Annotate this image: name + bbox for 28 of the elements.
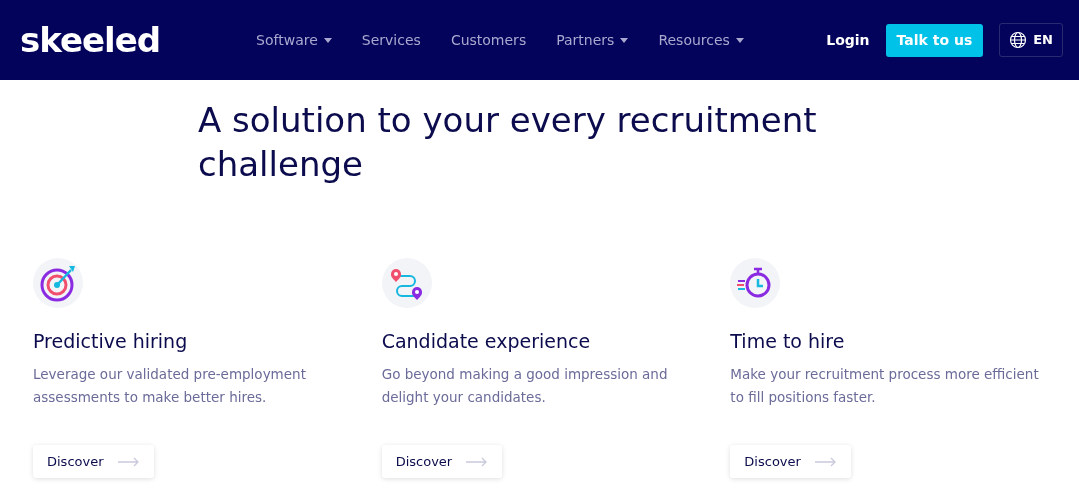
nav-link[interactable]: Partners	[556, 29, 629, 51]
feature-description: Leverage our validated pre-employment assessments to make better hires.	[33, 364, 307, 407]
caret-icon	[620, 37, 629, 43]
feature-description: Make your recruitment process more efficient to fill positions faster.	[730, 364, 1040, 407]
arrow-icon	[814, 456, 837, 467]
feature-title: Predictive hiring	[33, 330, 189, 353]
stopwatch-icon	[730, 258, 781, 308]
caret-icon	[735, 37, 744, 43]
globe-icon	[1009, 31, 1028, 49]
discover-button[interactable]: Discover	[381, 444, 503, 479]
discover-button[interactable]: Discover	[33, 444, 154, 479]
arrow-icon	[466, 456, 489, 467]
login-link[interactable]: Login	[826, 29, 870, 51]
nav-link[interactable]: Services	[361, 29, 421, 51]
nav-link[interactable]: Resources	[658, 29, 744, 51]
heading: A solution to your every recruitment challenge	[198, 99, 818, 186]
arrow-icon	[117, 456, 140, 467]
caret-icon	[323, 37, 332, 43]
discover-button[interactable]: Discover	[730, 444, 851, 479]
logo[interactable]: skeeled	[20, 23, 161, 57]
feature-title: Time to hire	[730, 330, 846, 353]
route-icon	[381, 258, 432, 308]
feature-title: Candidate experience	[381, 330, 592, 353]
target-icon	[33, 258, 83, 308]
language-button[interactable]: EN	[999, 23, 1063, 57]
nav-link[interactable]: Software	[256, 29, 332, 51]
nav-link[interactable]: Customers	[450, 29, 527, 51]
feature-description: Go beyond making a good impression and delight your candidates.	[381, 364, 669, 407]
